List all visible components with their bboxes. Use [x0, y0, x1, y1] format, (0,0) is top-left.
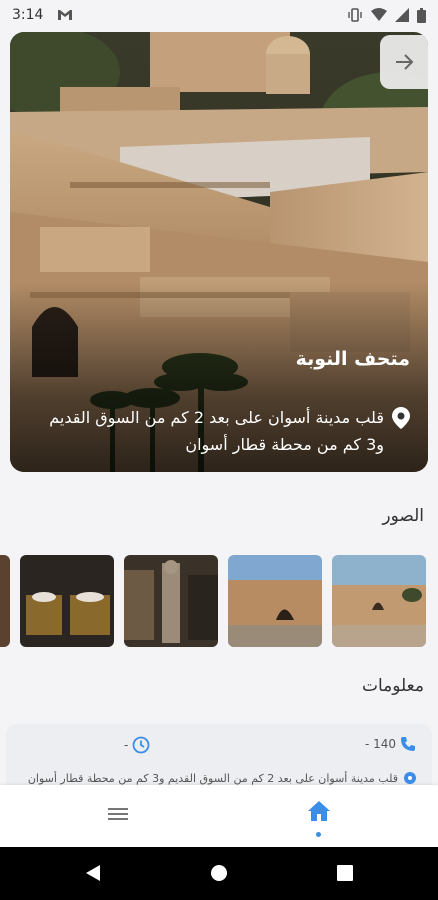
nav-home-button[interactable]: [307, 800, 331, 826]
recent-apps-icon[interactable]: [337, 865, 353, 881]
system-navigation-bar: [0, 847, 438, 900]
phone-info[interactable]: 140 -: [365, 736, 416, 752]
clock-icon: [132, 736, 150, 754]
hours-info: -: [124, 736, 150, 754]
opening-hours: -: [124, 738, 129, 752]
wifi-icon: [371, 8, 387, 21]
location-pin-icon: [392, 407, 410, 429]
active-indicator: [316, 832, 321, 837]
battery-icon: [417, 7, 426, 23]
gallery-photo[interactable]: [228, 555, 322, 647]
next-button[interactable]: [380, 35, 428, 89]
vibrate-icon: [348, 8, 362, 22]
nav-menu-button[interactable]: [108, 806, 128, 826]
gallery-photo[interactable]: [20, 555, 114, 647]
photo-gallery[interactable]: [0, 555, 438, 647]
info-card: 140 - - قلب مدينة أسوان على بعد 2 كم من …: [6, 724, 432, 794]
gmail-icon: [58, 10, 73, 20]
back-icon[interactable]: [84, 864, 102, 882]
status-time: 3:14: [12, 7, 44, 23]
phone-icon: [401, 737, 415, 751]
photos-section-title: الصور: [382, 506, 424, 526]
location-pin-icon: [404, 772, 416, 784]
bottom-navigation: [0, 785, 438, 847]
place-title: متحف النوبة: [295, 348, 410, 370]
status-bar: 3:14: [0, 0, 438, 30]
signal-icon: [395, 8, 409, 22]
gallery-photo[interactable]: [124, 555, 218, 647]
place-location: قلب مدينة أسوان على بعد 2 كم من السوق ال…: [40, 404, 410, 458]
home-circle-icon[interactable]: [210, 864, 228, 882]
arrow-right-icon: [396, 54, 414, 70]
menu-icon: [108, 808, 128, 820]
home-icon: [308, 801, 330, 821]
phone-number: 140 -: [364, 737, 396, 751]
location-text: قلب مدينة أسوان على بعد 2 كم من السوق ال…: [49, 408, 384, 454]
info-section-title: معلومات: [361, 676, 424, 696]
gallery-photo[interactable]: [0, 555, 10, 647]
info-contact-row: 140 - -: [6, 736, 432, 758]
address-text: قلب مدينة أسوان على بعد 2 كم من السوق ال…: [27, 771, 398, 785]
gallery-photo[interactable]: [332, 555, 426, 647]
hero-card[interactable]: متحف النوبة قلب مدينة أسوان على بعد 2 كم…: [10, 32, 428, 472]
